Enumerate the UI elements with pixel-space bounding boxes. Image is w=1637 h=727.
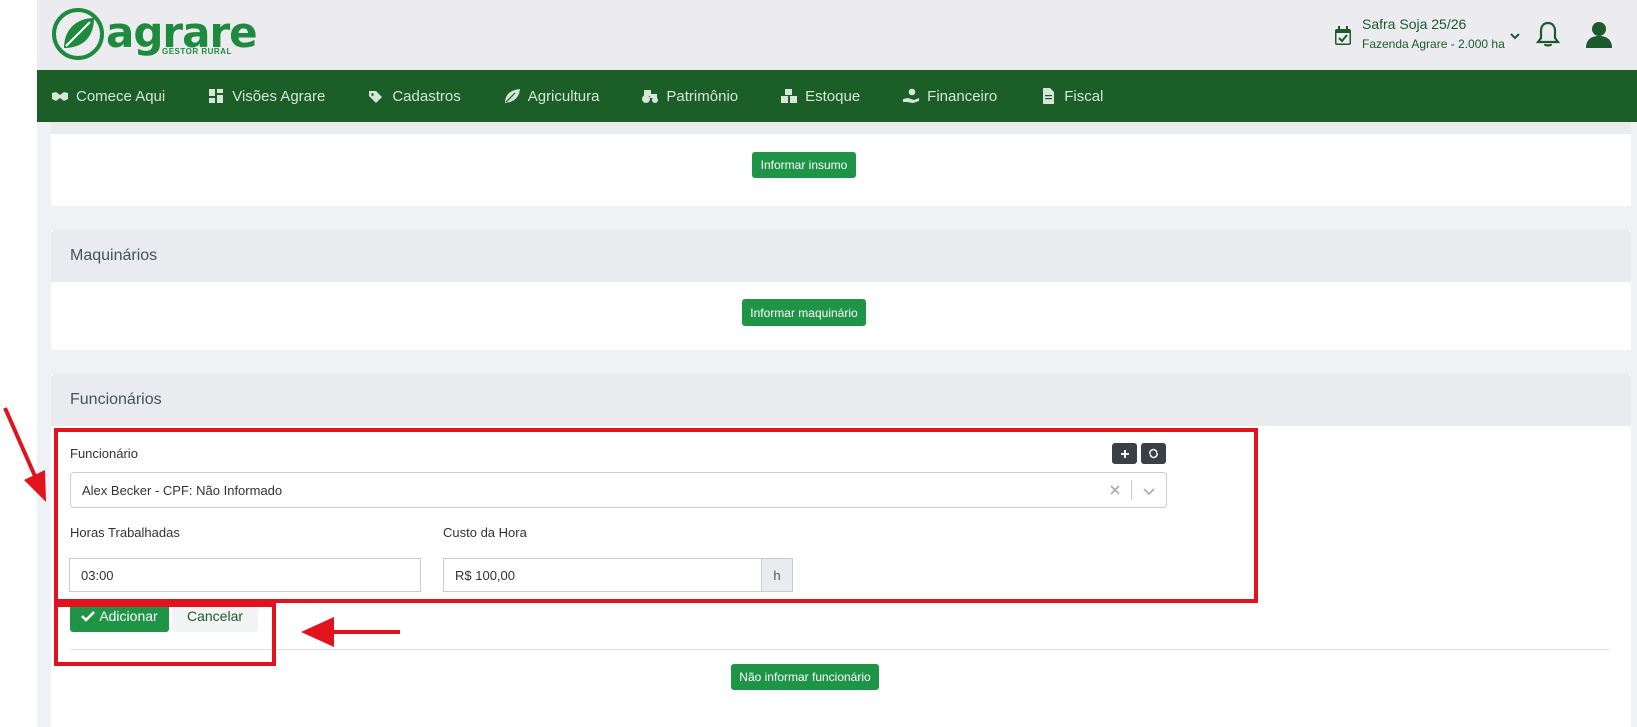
nao-informar-funcionario-button[interactable]: Não informar funcionário: [731, 664, 879, 690]
app-frame: agrare GESTOR RURAL Safra Soja 25/26 Faz…: [37, 0, 1637, 727]
hand-money-icon: [903, 88, 920, 103]
informar-maquinario-button[interactable]: Informar maquinário: [742, 299, 866, 326]
nav-item-agricultura[interactable]: Agricultura: [503, 87, 600, 105]
handshake-icon: [52, 92, 68, 101]
cancelar-button[interactable]: Cancelar: [172, 600, 258, 632]
nav-label: Agricultura: [527, 87, 600, 105]
nav-item-visoes-agrare[interactable]: Visões Agrare: [207, 88, 325, 105]
chevron-down-icon[interactable]: [1142, 484, 1156, 498]
funcionario-selected-value: Alex Becker - CPF: Não Informado: [82, 482, 283, 498]
boxes-icon: [781, 89, 798, 103]
leaf-logo-icon: [52, 8, 104, 60]
main-navigation: Comece Aqui Visões Agrare Cadastros Agri…: [37, 70, 1637, 122]
funcionarios-header: Funcionários: [51, 374, 1631, 426]
dashboard-icon: [209, 89, 224, 103]
select-separator: [1131, 480, 1132, 500]
main-content: Informar insumo Maquinários Informar maq…: [51, 122, 1637, 727]
nav-item-patrimonio[interactable]: Patrimônio: [641, 88, 738, 105]
maquinarios-card: Maquinários Informar maquinário: [51, 230, 1631, 350]
season-selector[interactable]: Safra Soja 25/26 Fazenda Agrare - 2.000 …: [1334, 16, 1521, 51]
custo-hora-unit: h: [761, 558, 793, 592]
adicionar-button[interactable]: Adicionar: [70, 600, 169, 632]
funcionario-label: Funcionário: [70, 446, 138, 461]
nav-item-comece-aqui[interactable]: Comece Aqui: [51, 88, 165, 105]
add-funcionario-button[interactable]: [1112, 443, 1137, 464]
nav-label: Comece Aqui: [76, 87, 166, 105]
clear-selection-icon[interactable]: [1108, 483, 1122, 497]
nav-item-financeiro[interactable]: Financeiro: [902, 88, 997, 105]
tractor-icon: [642, 90, 659, 103]
invoice-icon: [1043, 88, 1055, 104]
maquinarios-header: Maquinários: [51, 230, 1631, 282]
informar-insumo-button[interactable]: Informar insumo: [752, 152, 856, 178]
funcionarios-card: Funcionários Funcionário Alex Becker - C…: [51, 374, 1631, 727]
card-header-strip: [51, 122, 1631, 134]
chevron-down-icon: [1510, 33, 1520, 40]
nav-label: Financeiro: [927, 87, 998, 105]
tags-icon: [369, 91, 383, 103]
logo-subtitle: GESTOR RURAL: [162, 47, 232, 56]
season-name: Safra Soja 25/26: [1362, 16, 1467, 32]
nav-label: Patrimônio: [666, 87, 739, 105]
user-avatar-icon[interactable]: [1583, 18, 1615, 50]
farm-name: Fazenda Agrare - 2.000 ha: [1362, 37, 1505, 51]
check-icon: [81, 611, 96, 622]
nav-label: Cadastros: [392, 87, 461, 105]
nav-label: Visões Agrare: [232, 87, 326, 105]
sync-icon: [1149, 448, 1158, 459]
calendar-check-icon: [1335, 26, 1351, 45]
nav-label: Estoque: [805, 87, 861, 105]
nav-item-estoque[interactable]: Estoque: [780, 88, 860, 105]
refresh-funcionario-button[interactable]: [1141, 443, 1166, 464]
agrare-logo[interactable]: agrare GESTOR RURAL: [52, 8, 258, 60]
nav-label: Fiscal: [1064, 87, 1104, 105]
custo-hora-label: Custo da Hora: [443, 525, 527, 540]
nav-item-cadastros[interactable]: Cadastros: [367, 87, 461, 105]
adicionar-label: Adicionar: [99, 608, 158, 624]
horas-trabalhadas-label: Horas Trabalhadas: [70, 525, 180, 540]
divider: [70, 649, 1610, 650]
notification-bell-icon[interactable]: [1535, 20, 1561, 48]
funcionario-select[interactable]: Alex Becker - CPF: Não Informado: [70, 472, 1167, 508]
leaf-icon: [504, 89, 520, 103]
nav-item-fiscal[interactable]: Fiscal: [1039, 88, 1103, 105]
top-header: agrare GESTOR RURAL Safra Soja 25/26 Faz…: [37, 0, 1637, 70]
insumos-card: Informar insumo: [51, 122, 1631, 206]
horas-trabalhadas-input[interactable]: 03:00: [69, 558, 421, 592]
custo-hora-input[interactable]: R$ 100,00: [443, 558, 762, 592]
plus-icon: [1120, 449, 1129, 458]
